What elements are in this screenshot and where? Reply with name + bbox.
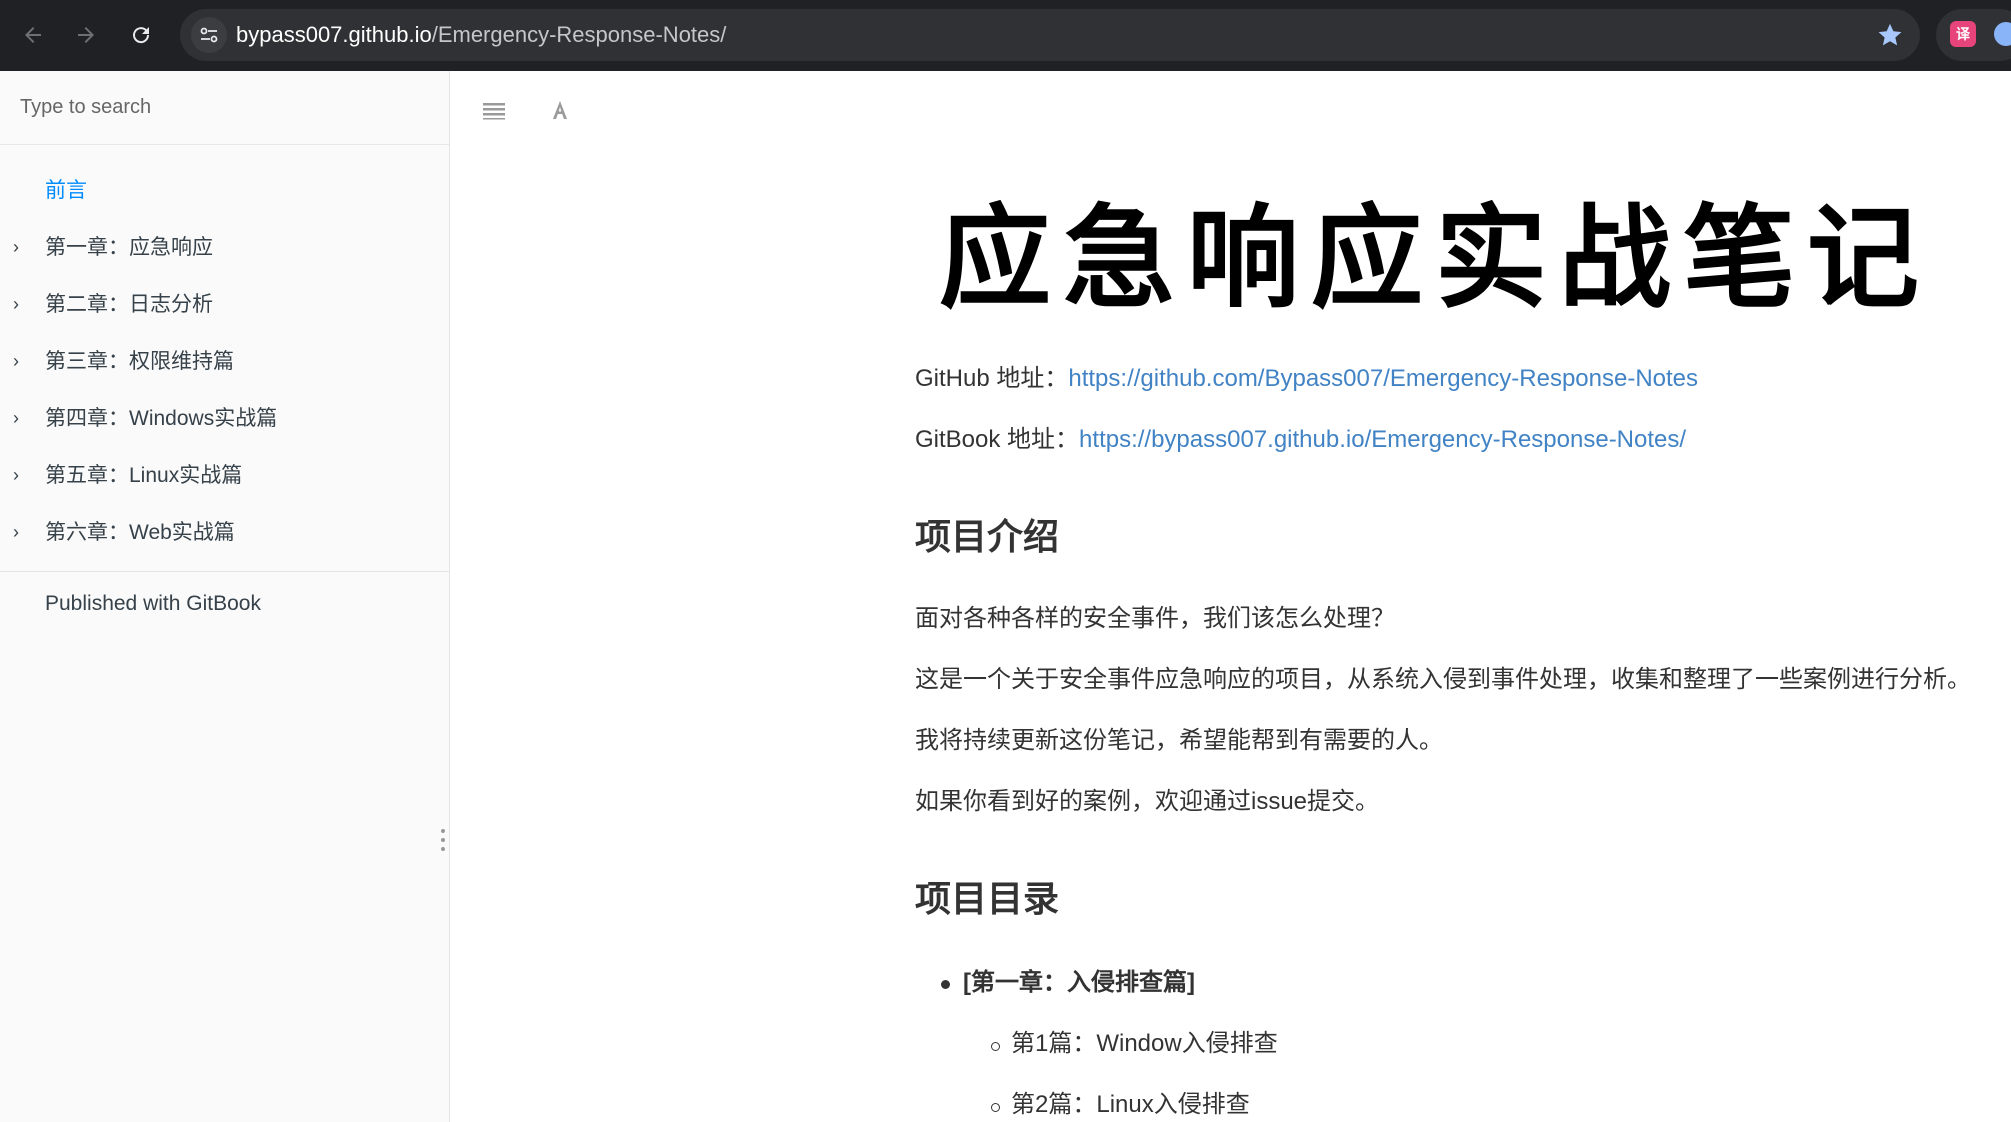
toc-sub-item[interactable]: 第1篇：Window入侵排查: [1011, 1027, 1278, 1061]
sidebar-item-label: 第六章：Web实战篇: [45, 521, 235, 544]
tune-icon: [200, 27, 218, 43]
chevron-right-icon[interactable]: ›: [13, 276, 19, 333]
font-icon: [553, 101, 567, 119]
toggle-summary-button[interactable]: [478, 93, 512, 127]
chevron-right-icon[interactable]: ›: [13, 504, 19, 561]
sidebar-item-label: 第五章：Linux实战篇: [45, 464, 243, 487]
sidebar-item-label: 第一章：应急响应: [45, 236, 213, 259]
sidebar-divider: [0, 571, 449, 572]
published-with-gitbook-link[interactable]: Published with GitBook: [45, 589, 261, 619]
arrow-left-icon: [25, 27, 41, 43]
toc-chapter-item[interactable]: [第一章：入侵排查篇]: [963, 966, 1195, 1000]
sidebar-item-chapter-5[interactable]: › 第五章：Linux实战篇: [0, 447, 449, 504]
intro-paragraph: 这是一个关于安全事件应急响应的项目，从系统入侵到事件处理，收集和整理了一些案例进…: [915, 666, 1971, 693]
arrow-right-icon: [78, 27, 94, 43]
title-calligraphy-image: 应急响应实战笔记: [939, 193, 1931, 315]
reload-icon: [133, 27, 150, 44]
bookmark-star-button[interactable]: [1876, 21, 1904, 49]
list-bullet: [991, 1042, 1000, 1051]
sidebar-item-label: 第二章：日志分析: [45, 293, 213, 316]
search-input[interactable]: [20, 89, 430, 125]
toc-sub-item[interactable]: 第2篇：Linux入侵排查: [1011, 1088, 1250, 1122]
gitbook-label: GitBook 地址：: [915, 426, 1080, 453]
menu-icon: [483, 103, 505, 120]
reload-button[interactable]: [121, 15, 161, 55]
section-heading-intro: 项目介绍: [915, 516, 1060, 557]
sidebar-item-chapter-1[interactable]: › 第一章：应急响应: [0, 219, 449, 276]
sidebar-item-chapter-3[interactable]: › 第三章：权限维持篇: [0, 333, 449, 390]
intro-paragraph: 我将持续更新这份笔记，希望能帮到有需要的人。: [915, 727, 1443, 754]
chevron-right-icon[interactable]: ›: [13, 333, 19, 390]
chevron-right-icon[interactable]: ›: [13, 219, 19, 276]
sidebar-item-label: 第四章：Windows实战篇: [45, 407, 278, 430]
back-button[interactable]: [13, 15, 53, 55]
extension-icon[interactable]: [1994, 22, 2011, 46]
star-icon: [1878, 23, 1902, 46]
github-address-line: GitHub 地址：https://github.com/Bypass007/E…: [915, 362, 1698, 396]
extensions-area: 译: [1936, 9, 2011, 61]
list-bullet: [991, 1103, 1000, 1112]
font-settings-button[interactable]: [543, 93, 577, 127]
gitbook-link[interactable]: https://bypass007.github.io/Emergency-Re…: [1079, 426, 1686, 453]
sidebar-item-chapter-6[interactable]: › 第六章：Web实战篇: [0, 504, 449, 561]
section-heading-toc: 项目目录: [915, 878, 1060, 919]
gitbook-address-line: GitBook 地址：https://bypass007.github.io/E…: [915, 423, 1686, 457]
sidebar-resize-handle[interactable]: [441, 829, 445, 851]
list-bullet: [941, 980, 950, 989]
forward-button[interactable]: [66, 15, 106, 55]
url-host: bypass007.github.io: [236, 22, 432, 47]
site-info-button[interactable]: [191, 17, 227, 53]
address-bar[interactable]: bypass007.github.io/Emergency-Response-N…: [180, 9, 1920, 61]
url-text[interactable]: bypass007.github.io/Emergency-Response-N…: [236, 9, 726, 61]
sidebar-item-label: 前言: [45, 179, 87, 202]
sidebar-item-label: 第三章：权限维持篇: [45, 350, 234, 373]
translate-extension-icon[interactable]: 译: [1950, 21, 1976, 47]
url-path: /Emergency-Response-Notes/: [431, 22, 727, 47]
sidebar-item-chapter-2[interactable]: › 第二章：日志分析: [0, 276, 449, 333]
github-link[interactable]: https://github.com/Bypass007/Emergency-R…: [1068, 365, 1698, 392]
book-summary-sidebar: 前言 › 第一章：应急响应 › 第二章：日志分析 › 第三章：权限维持篇 › 第四章：W…: [0, 71, 450, 1122]
chapter-list: 前言 › 第一章：应急响应 › 第二章：日志分析 › 第三章：权限维持篇 › 第四章：W…: [0, 144, 449, 561]
browser-toolbar: bypass007.github.io/Emergency-Response-N…: [0, 0, 2011, 71]
sidebar-item-preface[interactable]: 前言: [0, 162, 449, 219]
sidebar-item-chapter-4[interactable]: › 第四章：Windows实战篇: [0, 390, 449, 447]
intro-paragraph: 如果你看到好的案例，欢迎通过issue提交。: [915, 788, 1380, 815]
chevron-right-icon[interactable]: ›: [13, 390, 19, 447]
github-label: GitHub 地址：: [915, 365, 1069, 392]
chevron-right-icon[interactable]: ›: [13, 447, 19, 504]
search-box: [0, 71, 449, 145]
title-calligraphy-text: 应急响应实战笔记: [939, 193, 1931, 315]
intro-paragraph: 面对各种各样的安全事件，我们该怎么处理？: [915, 605, 1395, 632]
